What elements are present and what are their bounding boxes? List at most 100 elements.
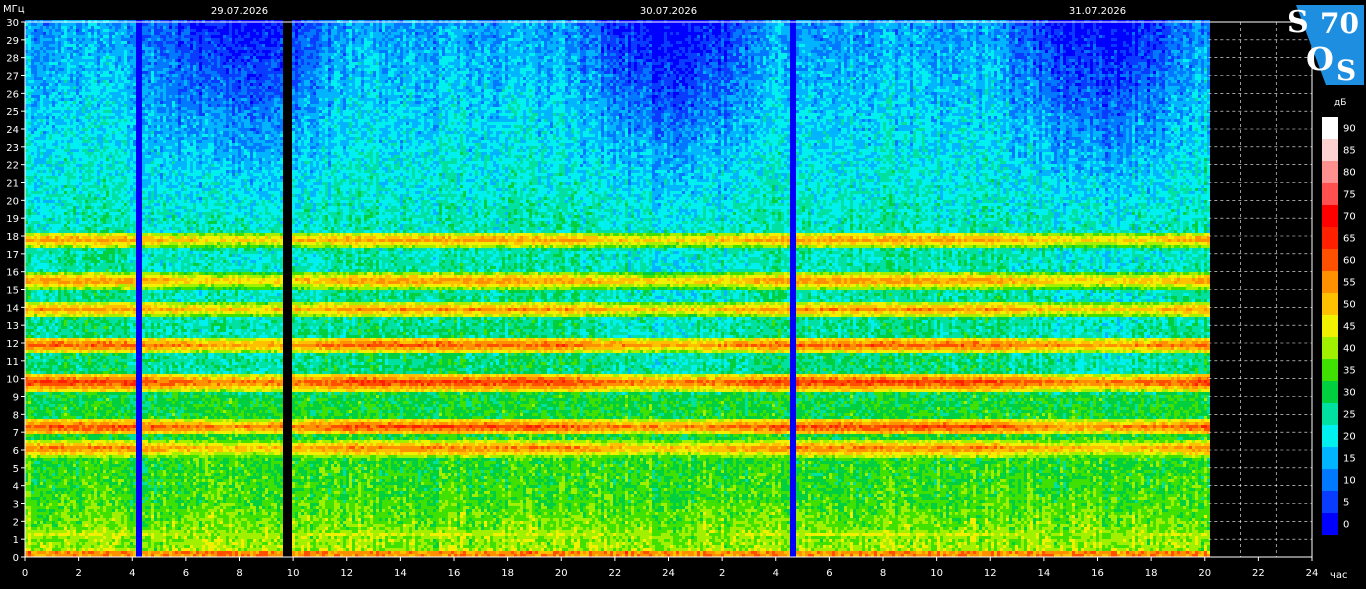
heatmap-cell: [40, 476, 43, 479]
heatmap-cell: [28, 386, 31, 389]
heatmap-cell: [34, 308, 37, 311]
heatmap-cell: [52, 494, 55, 497]
heatmap-cell: [37, 410, 40, 413]
heatmap-cell: [55, 392, 58, 395]
heatmap-cell: [34, 548, 37, 551]
heatmap-cell: [55, 140, 58, 143]
heatmap-cell: [55, 452, 58, 455]
heatmap-cell: [49, 320, 52, 323]
heatmap-cell: [52, 266, 55, 269]
heatmap-cell: [52, 176, 55, 179]
heatmap-cell: [43, 71, 46, 74]
heatmap-cell: [58, 449, 61, 452]
heatmap-cell: [46, 191, 49, 194]
heatmap-cell: [31, 266, 34, 269]
heatmap-cell: [49, 167, 52, 170]
heatmap-cell: [40, 419, 43, 422]
heatmap-cell: [40, 65, 43, 68]
heatmap-cell: [52, 527, 55, 530]
heatmap-cell: [31, 344, 34, 347]
heatmap-cell: [31, 485, 34, 488]
heatmap-cell: [31, 251, 34, 254]
heatmap-cell: [40, 266, 43, 269]
heatmap-cell: [55, 278, 58, 281]
heatmap-cell: [43, 311, 46, 314]
heatmap-cell: [37, 218, 40, 221]
heatmap-cell: [31, 449, 34, 452]
heatmap-cell: [52, 497, 55, 500]
heatmap-cell: [55, 95, 58, 98]
heatmap-cell: [46, 230, 49, 233]
heatmap-cell: [46, 308, 49, 311]
heatmap-cell: [43, 302, 46, 305]
heatmap-cell: [31, 437, 34, 440]
heatmap-cell: [28, 47, 31, 50]
heatmap-cell: [55, 92, 58, 95]
heatmap-cell: [28, 446, 31, 449]
heatmap-cell: [34, 500, 37, 503]
heatmap-cell: [52, 182, 55, 185]
heatmap-cell: [49, 62, 52, 65]
heatmap-cell: [40, 536, 43, 539]
heatmap-cell: [49, 491, 52, 494]
heatmap-cell: [55, 101, 58, 104]
heatmap-cell: [49, 362, 52, 365]
heatmap-cell: [37, 197, 40, 200]
heatmap-cell: [43, 527, 46, 530]
heatmap-cell: [43, 182, 46, 185]
heatmap-cell: [34, 86, 37, 89]
heatmap-cell: [28, 242, 31, 245]
heatmap-cell: [40, 74, 43, 77]
heatmap-cell: [49, 239, 52, 242]
heatmap-cell: [55, 263, 58, 266]
heatmap-cell: [40, 128, 43, 131]
heatmap-cell: [52, 74, 55, 77]
heatmap-cell: [34, 173, 37, 176]
heatmap-cell: [31, 398, 34, 401]
heatmap-cell: [43, 485, 46, 488]
heatmap-cell: [52, 116, 55, 119]
heatmap-cell: [31, 239, 34, 242]
heatmap-cell: [43, 155, 46, 158]
heatmap-cell: [34, 275, 37, 278]
heatmap-cell: [40, 107, 43, 110]
heatmap-cell: [49, 59, 52, 62]
heatmap-cell: [34, 380, 37, 383]
heatmap-cell: [55, 200, 58, 203]
heatmap-cell: [28, 359, 31, 362]
heatmap-cell: [28, 50, 31, 53]
heatmap-cell: [46, 278, 49, 281]
heatmap-cell: [43, 521, 46, 524]
heatmap-cell: [52, 449, 55, 452]
heatmap-cell: [31, 293, 34, 296]
heatmap-cell: [34, 212, 37, 215]
heatmap-cell: [52, 89, 55, 92]
heatmap-cell: [52, 179, 55, 182]
heatmap-cell: [55, 443, 58, 446]
heatmap-cell: [40, 521, 43, 524]
heatmap-cell: [31, 428, 34, 431]
heatmap-cell: [43, 326, 46, 329]
heatmap-cell: [31, 506, 34, 509]
heatmap-cell: [46, 23, 49, 26]
heatmap-cell: [28, 41, 31, 44]
heatmap-cell: [31, 197, 34, 200]
heatmap-cell: [34, 302, 37, 305]
heatmap-cell: [34, 383, 37, 386]
heatmap-cell: [40, 239, 43, 242]
heatmap-cell: [40, 47, 43, 50]
heatmap-cell: [52, 41, 55, 44]
heatmap-cell: [43, 482, 46, 485]
heatmap-cell: [34, 158, 37, 161]
heatmap-cell: [28, 149, 31, 152]
heatmap-cell: [49, 254, 52, 257]
heatmap-cell: [28, 98, 31, 101]
heatmap-cell: [28, 296, 31, 299]
heatmap-cell: [34, 359, 37, 362]
heatmap-cell: [49, 506, 52, 509]
heatmap-cell: [28, 383, 31, 386]
heatmap-cell: [43, 401, 46, 404]
heatmap-cell: [43, 413, 46, 416]
heatmap-cell: [55, 269, 58, 272]
heatmap-cell: [31, 551, 34, 554]
